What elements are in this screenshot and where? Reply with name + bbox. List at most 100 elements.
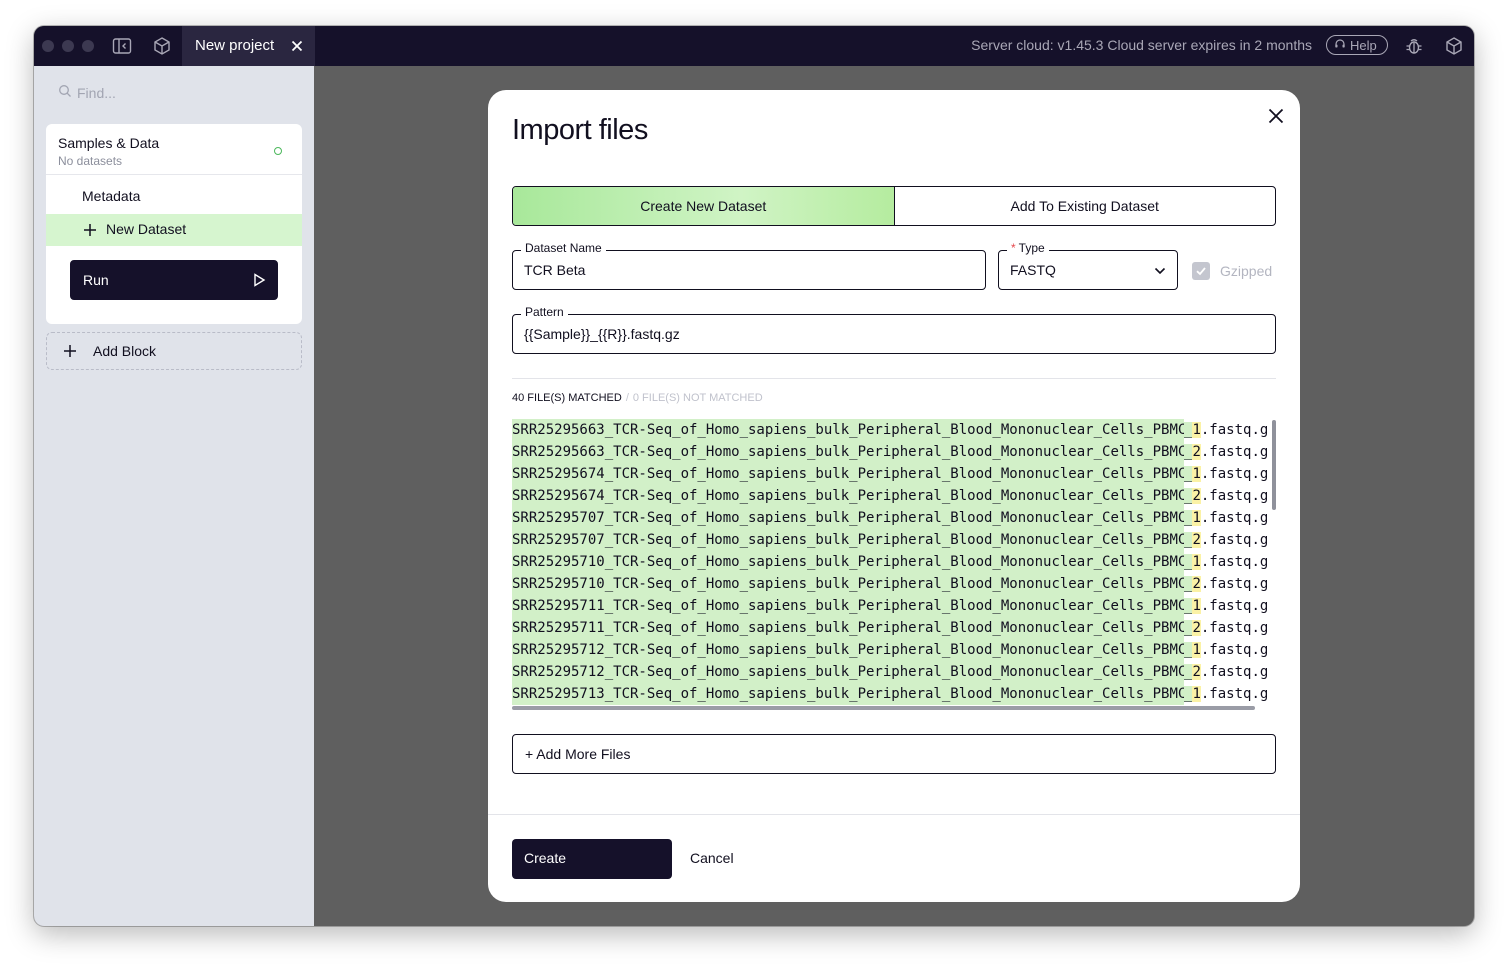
bug-icon[interactable]	[1404, 36, 1424, 56]
create-label: Create	[524, 850, 567, 866]
file-extension: .fastq.g	[1200, 686, 1269, 702]
close-icon[interactable]	[1266, 106, 1286, 126]
file-read-digit: 1	[1192, 554, 1201, 570]
file-extension: .fastq.g	[1200, 444, 1269, 460]
file-extension: .fastq.g	[1200, 620, 1269, 636]
window-minimize-dot[interactable]	[62, 40, 74, 52]
file-read-number: _1	[1184, 419, 1201, 441]
file-read-digit: 1	[1192, 510, 1201, 526]
file-name-base: SRR25295674_TCR-Seq_of_Homo_sapiens_bulk…	[512, 463, 1184, 485]
horizontal-scrollbar[interactable]	[512, 706, 1255, 710]
plus-icon	[63, 344, 77, 363]
file-name-base: SRR25295707_TCR-Seq_of_Homo_sapiens_bulk…	[512, 529, 1184, 551]
sidebar-toggle-icon[interactable]	[112, 36, 132, 56]
file-read-number: _1	[1184, 507, 1201, 529]
cube-icon[interactable]	[152, 36, 172, 56]
status-indicator	[274, 147, 282, 155]
file-read-digit: 2	[1192, 488, 1201, 504]
file-read-digit: 2	[1192, 444, 1201, 460]
gzipped-checkbox[interactable]: Gzipped	[1192, 262, 1272, 280]
type-select[interactable]: * Type FASTQ	[998, 241, 1178, 290]
file-row: SRR25295712_TCR-Seq_of_Homo_sapiens_bulk…	[512, 639, 1270, 661]
search-input[interactable]: Find...	[58, 84, 116, 101]
file-row: SRR25295713_TCR-Seq_of_Homo_sapiens_bulk…	[512, 683, 1270, 705]
create-button[interactable]: Create	[512, 839, 672, 879]
window-close-dot[interactable]	[42, 40, 54, 52]
run-label: Run	[83, 272, 109, 288]
file-extension: .fastq.g	[1200, 664, 1269, 680]
file-name-base: SRR25295711_TCR-Seq_of_Homo_sapiens_bulk…	[512, 595, 1184, 617]
close-icon[interactable]	[289, 38, 305, 54]
file-row: SRR25295663_TCR-Seq_of_Homo_sapiens_bulk…	[512, 419, 1270, 441]
search-icon	[58, 84, 72, 101]
pattern-value: {{Sample}}_{{R}}.fastq.gz	[524, 326, 680, 342]
file-row: SRR25295712_TCR-Seq_of_Homo_sapiens_bulk…	[512, 661, 1270, 683]
create-new-dataset-option[interactable]: Create New Dataset	[513, 187, 895, 225]
file-read-number: _1	[1184, 463, 1201, 485]
file-name-base: SRR25295712_TCR-Seq_of_Homo_sapiens_bulk…	[512, 639, 1184, 661]
file-row: SRR25295707_TCR-Seq_of_Homo_sapiens_bulk…	[512, 529, 1270, 551]
add-block-button[interactable]: Add Block	[46, 332, 302, 370]
file-row: SRR25295711_TCR-Seq_of_Homo_sapiens_bulk…	[512, 617, 1270, 639]
sidebar-item-new-dataset[interactable]: New Dataset	[46, 214, 302, 246]
block-subtitle: No datasets	[58, 154, 123, 168]
file-name-base: SRR25295711_TCR-Seq_of_Homo_sapiens_bulk…	[512, 617, 1184, 639]
mode-toggle: Create New Dataset Add To Existing Datas…	[512, 186, 1276, 226]
sidebar-item-metadata[interactable]: Metadata	[82, 188, 140, 204]
block-card-samples-data[interactable]: Samples & Data No datasets Metadata New …	[46, 124, 302, 324]
cancel-button[interactable]: Cancel	[690, 850, 734, 866]
file-read-digit: 1	[1192, 422, 1201, 438]
match-separator: /	[625, 392, 629, 404]
app-window: New project Server cloud: v1.45.3 Cloud …	[34, 26, 1474, 926]
type-value: FASTQ	[1010, 262, 1056, 278]
tab-new-project[interactable]: New project	[182, 26, 315, 66]
divider	[488, 814, 1300, 815]
vertical-scrollbar[interactable]	[1272, 420, 1276, 510]
add-to-existing-dataset-option[interactable]: Add To Existing Dataset	[895, 187, 1276, 225]
file-list[interactable]: SRR25295663_TCR-Seq_of_Homo_sapiens_bulk…	[512, 419, 1270, 705]
required-marker: *	[1011, 241, 1016, 255]
divider	[512, 378, 1276, 379]
search-placeholder: Find...	[77, 84, 116, 101]
server-status: Server cloud: v1.45.3 Cloud server expir…	[971, 37, 1312, 53]
file-row: SRR25295711_TCR-Seq_of_Homo_sapiens_bulk…	[512, 595, 1270, 617]
add-more-files-label: + Add More Files	[525, 746, 631, 762]
file-read-digit: 1	[1192, 686, 1201, 702]
file-read-digit: 2	[1192, 532, 1201, 548]
file-read-number: _2	[1184, 661, 1201, 683]
dataset-name-field[interactable]: Dataset Name TCR Beta	[512, 241, 986, 290]
file-read-number: _1	[1184, 683, 1201, 705]
file-row: SRR25295674_TCR-Seq_of_Homo_sapiens_bulk…	[512, 485, 1270, 507]
chevron-down-icon	[1153, 264, 1167, 283]
file-read-number: _2	[1184, 617, 1201, 639]
plus-icon	[83, 223, 97, 242]
file-extension: .fastq.g	[1200, 510, 1269, 526]
run-button[interactable]: Run	[70, 260, 278, 300]
dataset-name-label: Dataset Name	[521, 241, 606, 255]
window-zoom-dot[interactable]	[82, 40, 94, 52]
play-icon	[252, 273, 266, 292]
package-icon[interactable]	[1444, 36, 1464, 56]
file-read-digit: 2	[1192, 664, 1201, 680]
file-extension: .fastq.g	[1200, 642, 1269, 658]
file-row: SRR25295674_TCR-Seq_of_Homo_sapiens_bulk…	[512, 463, 1270, 485]
new-dataset-label: New Dataset	[106, 221, 187, 237]
headset-icon	[1334, 38, 1346, 53]
file-extension: .fastq.g	[1200, 598, 1269, 614]
match-summary: 40 FILE(S) MATCHED/0 FILE(S) NOT MATCHED	[512, 392, 763, 404]
file-extension: .fastq.g	[1200, 422, 1269, 438]
file-read-number: _1	[1184, 551, 1201, 573]
gzipped-label: Gzipped	[1220, 263, 1273, 279]
checkmark-icon	[1192, 262, 1210, 280]
matched-count: 40 FILE(S) MATCHED	[512, 392, 622, 404]
help-button[interactable]: Help	[1326, 35, 1388, 55]
pattern-field[interactable]: Pattern {{Sample}}_{{R}}.fastq.gz	[512, 305, 1276, 354]
dialog-title: Import files	[512, 114, 648, 146]
add-more-files-button[interactable]: + Add More Files	[512, 734, 1276, 774]
sidebar: Find... Samples & Data No datasets Metad…	[34, 66, 314, 926]
file-read-number: _2	[1184, 529, 1201, 551]
tab-title: New project	[195, 37, 275, 54]
file-name-base: SRR25295663_TCR-Seq_of_Homo_sapiens_bulk…	[512, 419, 1184, 441]
file-name-base: SRR25295713_TCR-Seq_of_Homo_sapiens_bulk…	[512, 683, 1184, 705]
file-read-digit: 2	[1192, 620, 1201, 636]
